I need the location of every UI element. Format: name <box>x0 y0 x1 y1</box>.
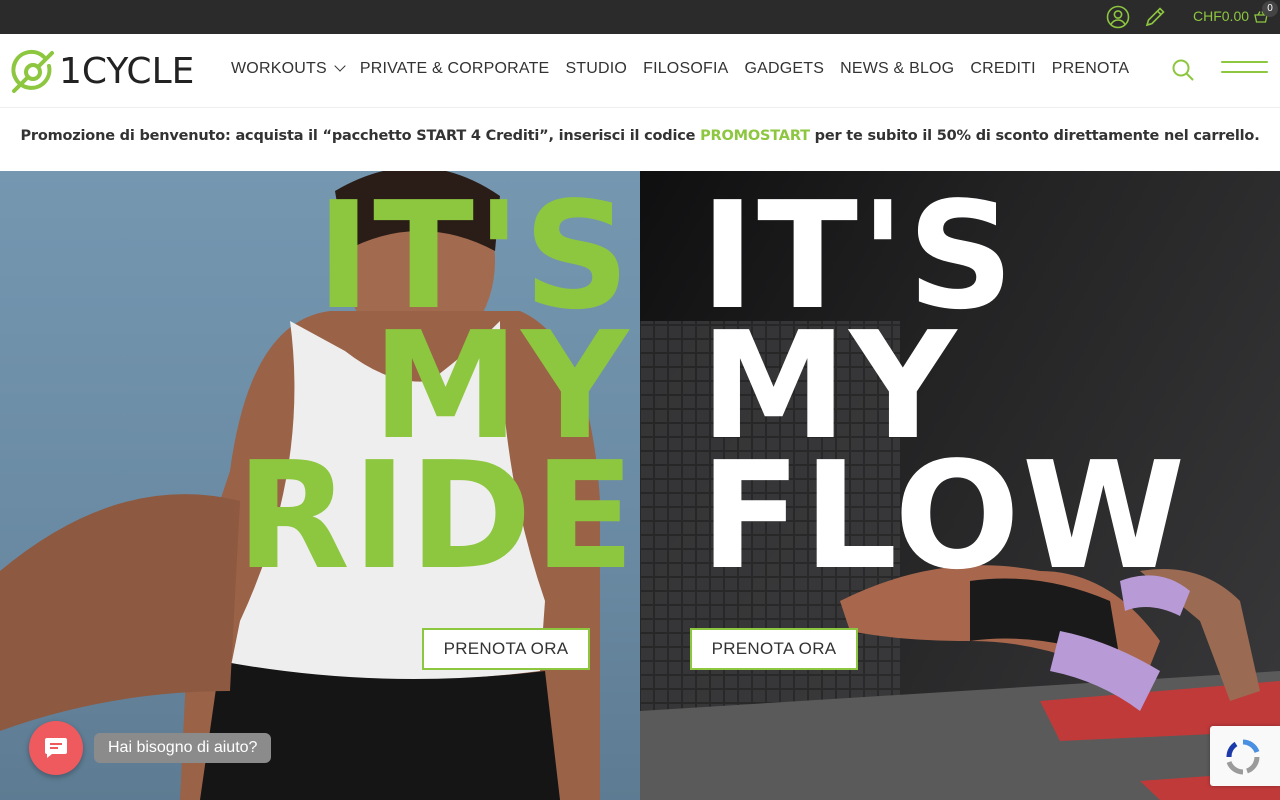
hero-headline-ride: IT'S MY RIDE <box>236 182 637 602</box>
hamburger-menu-icon[interactable] <box>1221 61 1268 79</box>
nav-item-gadgets[interactable]: GADGETS <box>744 60 824 78</box>
cart-count-badge: 0 <box>1262 1 1278 17</box>
main-header: 1CYCLE WORKOUTS PRIVATE & CORPORATE STUD… <box>0 34 1280 108</box>
nav-label: WORKOUTS <box>231 60 327 77</box>
prenota-ora-button-ride[interactable]: PRENOTA ORA <box>422 628 590 670</box>
top-utility-bar: CHF0.00 0 <box>0 0 1280 34</box>
chat-help-label[interactable]: Hai bisogno di aiuto? <box>94 733 272 763</box>
pencil-icon[interactable] <box>1143 5 1167 29</box>
chat-button[interactable] <box>29 721 83 775</box>
recaptcha-icon <box>1226 739 1260 775</box>
promo-code: PROMOSTART <box>700 128 810 144</box>
nav-item-workouts[interactable]: WORKOUTS <box>231 60 346 78</box>
main-nav: WORKOUTS PRIVATE & CORPORATE STUDIO FILO… <box>231 60 1145 78</box>
hero-headline-flow: IT'S MY FLOW <box>700 182 1188 602</box>
promo-banner: Promozione di benvenuto: acquista il “pa… <box>0 108 1280 171</box>
site-logo[interactable]: 1CYCLE <box>11 46 194 96</box>
user-icon[interactable] <box>1106 5 1130 29</box>
promo-text: Promozione di benvenuto: acquista il “pa… <box>20 128 701 144</box>
headline-line: RIDE <box>236 430 637 602</box>
nav-item-studio[interactable]: STUDIO <box>565 60 627 78</box>
promo-text-end: per te subito il 50% di sconto direttame… <box>809 128 1260 144</box>
headline-line: FLOW <box>700 430 1188 602</box>
prenota-ora-button-flow[interactable]: PRENOTA ORA <box>690 628 858 670</box>
hero-panel-ride: IT'S MY RIDE PRENOTA ORA <box>0 171 640 800</box>
nav-item-filosofia[interactable]: FILOSOFIA <box>643 60 728 78</box>
nav-item-crediti[interactable]: CREDITI <box>970 60 1035 78</box>
logo-text: 1CYCLE <box>59 50 195 92</box>
chevron-down-icon <box>334 60 346 72</box>
search-icon[interactable] <box>1171 58 1195 82</box>
nav-item-private-corporate[interactable]: PRIVATE & CORPORATE <box>360 60 550 78</box>
cart-amount[interactable]: CHF0.00 <box>1193 8 1249 24</box>
logo-mark-icon <box>11 49 54 93</box>
recaptcha-badge[interactable] <box>1210 726 1280 786</box>
hero-panel-flow: IT'S MY FLOW PRENOTA ORA <box>640 171 1280 800</box>
chat-bubble-icon <box>45 738 67 758</box>
nav-item-news-blog[interactable]: NEWS & BLOG <box>840 60 954 78</box>
nav-item-prenota[interactable]: PRENOTA <box>1052 60 1130 78</box>
